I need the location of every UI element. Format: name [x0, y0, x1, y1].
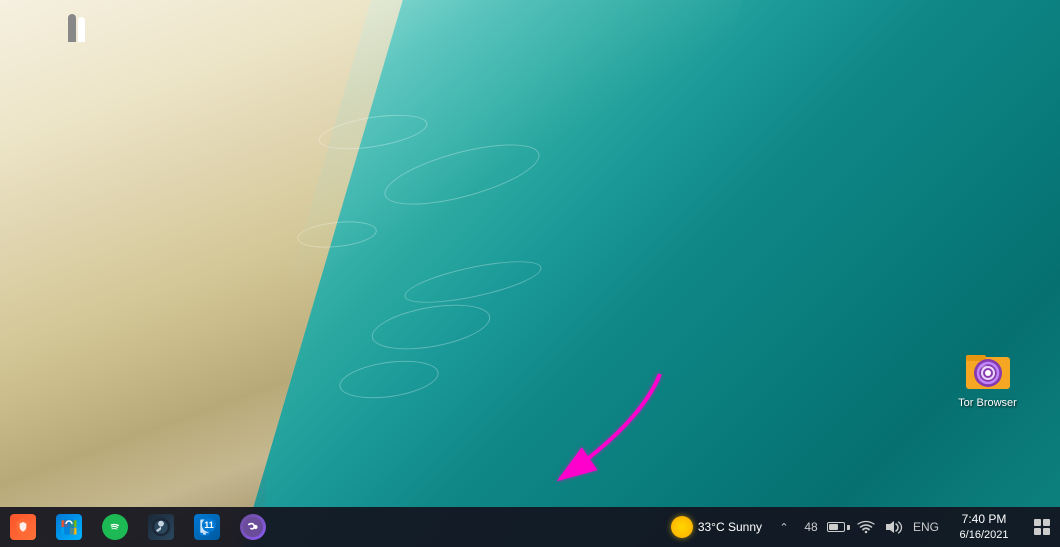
volume-svg — [885, 519, 903, 535]
taskbar-app-brave[interactable] — [0, 507, 46, 547]
volume-icon-button[interactable] — [880, 511, 908, 543]
temperature: 33°C — [698, 520, 725, 534]
notification-svg — [1033, 518, 1051, 536]
wifi-svg — [857, 520, 875, 534]
tor-icon-svg — [964, 345, 1012, 393]
wifi-icon-button[interactable] — [852, 511, 880, 543]
battery-fill — [829, 524, 839, 530]
battery-percent-display[interactable]: 48 — [798, 511, 824, 543]
person2 — [78, 17, 85, 42]
desktop: Tor Browser — [0, 0, 1060, 547]
taskbar-app-store[interactable] — [46, 507, 92, 547]
spotify-icon — [102, 514, 128, 540]
clock-time: 7:40 PM — [962, 512, 1007, 528]
tray-overflow-button[interactable]: ⌃ — [770, 511, 798, 543]
taskbar-app-phonelink[interactable]: 11 — [184, 507, 230, 547]
purple-app-icon — [240, 514, 266, 540]
language-button[interactable]: ENG — [908, 511, 944, 543]
person1 — [68, 14, 76, 42]
battery-icon-button[interactable] — [824, 511, 852, 543]
brave-icon — [10, 514, 36, 540]
taskbar-app-steam[interactable] — [138, 507, 184, 547]
clock-section[interactable]: 7:40 PM 6/16/2021 — [944, 507, 1024, 547]
taskbar: 11 33°C — [0, 507, 1060, 547]
weather-text: 33°C Sunny — [698, 520, 762, 534]
notification-button[interactable] — [1024, 507, 1060, 547]
tor-browser-icon[interactable]: Tor Browser — [950, 345, 1025, 410]
language-label: ENG — [909, 520, 943, 534]
taskbar-app-spotify[interactable] — [92, 507, 138, 547]
chevron-up-icon: ⌃ — [779, 521, 788, 534]
steam-icon — [148, 514, 174, 540]
spotify-svg — [106, 518, 124, 536]
battery-body — [827, 522, 845, 532]
store-svg — [60, 518, 78, 536]
system-tray: 33°C Sunny ⌃ 48 — [663, 507, 1060, 547]
phonelink-icon: 11 — [194, 514, 220, 540]
purple-app-svg — [243, 517, 263, 537]
beach-people — [58, 2, 108, 42]
battery-icon — [827, 522, 850, 532]
weather-sun-icon — [671, 516, 693, 538]
battery-number: 48 — [804, 520, 817, 534]
taskbar-apps: 11 — [0, 507, 276, 547]
steam-svg — [151, 517, 171, 537]
brave-svg — [13, 517, 33, 537]
wallpaper — [0, 0, 1060, 547]
store-icon — [56, 514, 82, 540]
battery-tip — [847, 525, 850, 530]
condition: Sunny — [728, 520, 762, 534]
clock-date: 6/16/2021 — [960, 528, 1009, 542]
phone-link-badge: 11 — [202, 518, 216, 532]
weather-widget[interactable]: 33°C Sunny — [663, 507, 770, 547]
taskbar-app-purple[interactable] — [230, 507, 276, 547]
tor-browser-label: Tor Browser — [950, 397, 1025, 410]
